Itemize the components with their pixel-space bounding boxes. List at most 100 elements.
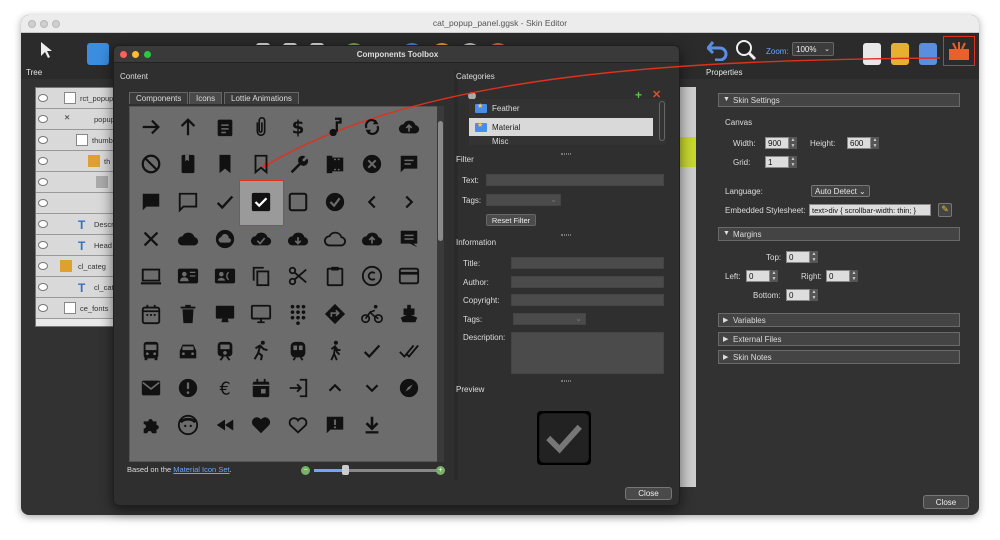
icon-cell[interactable] [280,333,316,369]
icon-cell[interactable] [391,184,427,220]
icon-cell[interactable] [280,258,316,294]
icon-cell[interactable] [207,184,243,220]
icon-cell[interactable] [207,109,243,145]
components-toolbox-button[interactable] [943,36,975,66]
stepper-icon[interactable]: ▲ ▼ [871,137,879,149]
icon-cell[interactable] [243,109,279,145]
eye-icon[interactable] [38,94,48,102]
icon-cell[interactable] [317,146,353,182]
stylesheet-field[interactable]: text>div { scrollbar-width: thin; } [809,204,931,216]
margins-section[interactable]: ▼ Margins [718,227,960,241]
icon-cell[interactable] [354,333,390,369]
icon-cell[interactable] [243,370,279,406]
splitter-grip[interactable] [561,153,571,155]
eye-icon[interactable] [38,241,48,249]
tree-row[interactable]: th [36,151,120,172]
eye-icon[interactable] [38,262,48,270]
icon-cell[interactable] [354,221,390,257]
stepper-icon[interactable]: ▲ ▼ [770,270,778,282]
icon-cell[interactable]: $ [280,109,316,145]
tree-row[interactable]: ce_fonts [36,298,120,319]
category-item[interactable]: Feather [469,99,653,117]
icon-cell[interactable] [207,221,243,257]
icon-cell[interactable] [317,296,353,332]
icon-cell[interactable] [317,333,353,369]
icon-cell[interactable] [280,296,316,332]
tree-row[interactable]: rct_popup [36,88,120,109]
icon-cell[interactable] [354,109,390,145]
icon-cell[interactable] [317,221,353,257]
folder-icon[interactable] [87,43,109,65]
info-title-field[interactable] [511,257,664,269]
icon-cell[interactable] [391,370,427,406]
icon-cell[interactable] [207,333,243,369]
properties-icon[interactable] [891,43,909,65]
eye-icon[interactable] [38,220,48,228]
right-field[interactable]: 0 ▲ ▼ [826,270,858,282]
icon-cell[interactable] [133,109,169,145]
skin-settings-section[interactable]: ▼ Skin Settings [718,93,960,107]
grid-field[interactable]: 1 ▲ ▼ [765,156,797,168]
scrollbar-thumb[interactable] [438,121,443,241]
tree-row[interactable]: ✕ popup [36,109,120,130]
icon-cell[interactable] [207,146,243,182]
icon-cell[interactable] [354,184,390,220]
select-arrow-icon[interactable] [39,41,53,59]
icon-cell[interactable] [354,146,390,182]
reset-filter-button[interactable]: Reset Filter [486,214,536,226]
eye-icon[interactable] [38,199,48,207]
icon-cell[interactable] [391,333,427,369]
icon-cell[interactable] [243,146,279,182]
tab-lottie-animations[interactable]: Lottie Animations [224,92,299,104]
close-dialog-bottom-button[interactable]: Close [625,487,672,500]
splitter[interactable] [454,70,458,480]
icon-cell[interactable] [317,184,353,220]
icon-cell[interactable] [170,296,206,332]
icon-cell[interactable] [133,221,169,257]
icon-cell[interactable] [243,221,279,257]
icon-cell[interactable] [243,333,279,369]
icon-cell[interactable] [391,258,427,294]
variables-section[interactable]: ▶ Variables [718,313,960,327]
icon-cell[interactable] [170,146,206,182]
info-tags-select[interactable]: ⌄ [513,313,586,325]
tab-components[interactable]: Components [129,92,189,104]
icon-cell[interactable] [354,370,390,406]
stepper-icon[interactable]: ▲ ▼ [789,156,797,168]
material-icon-set-link[interactable]: Material Icon Set [173,465,229,474]
icon-cell[interactable] [280,370,316,406]
info-copyright-field[interactable] [511,294,664,306]
icon-cell[interactable] [207,296,243,332]
icon-cell[interactable] [133,333,169,369]
new-skin-icon[interactable] [863,43,881,65]
close-button[interactable]: Close [923,495,969,509]
icon-cell[interactable] [280,146,316,182]
icon-cell[interactable] [317,109,353,145]
slider-knob[interactable] [342,465,349,475]
icon-cell[interactable] [354,407,390,443]
tree-row[interactable]: Tcl_cat [36,277,120,298]
filter-text-input[interactable] [486,174,664,186]
stepper-icon[interactable]: ▲ ▼ [789,137,797,149]
splitter-grip[interactable] [561,380,571,382]
icon-cell[interactable] [170,370,206,406]
eye-icon[interactable] [38,283,48,291]
tree-row[interactable]: cl_categ [36,256,120,277]
icon-cell[interactable] [133,258,169,294]
icon-cell[interactable] [243,258,279,294]
icon-cell[interactable] [170,333,206,369]
stepper-icon[interactable]: ▲ ▼ [810,251,818,263]
eye-icon[interactable] [38,178,48,186]
height-field[interactable]: 600 ▲ ▼ [847,137,879,149]
tree-row[interactable]: T Descr [36,214,120,235]
icon-cell[interactable] [243,296,279,332]
top-field[interactable]: 0 ▲ ▼ [786,251,818,263]
eye-icon[interactable] [38,304,48,312]
language-select[interactable]: Auto Detect ⌄ [811,185,870,197]
categories-scrollbar[interactable] [659,101,665,141]
icon-cell[interactable] [207,407,243,443]
eye-icon[interactable] [38,157,48,165]
icon-cell[interactable] [133,407,169,443]
filter-tags-select[interactable]: ⌄ [486,194,561,206]
icon-cell[interactable] [391,296,427,332]
